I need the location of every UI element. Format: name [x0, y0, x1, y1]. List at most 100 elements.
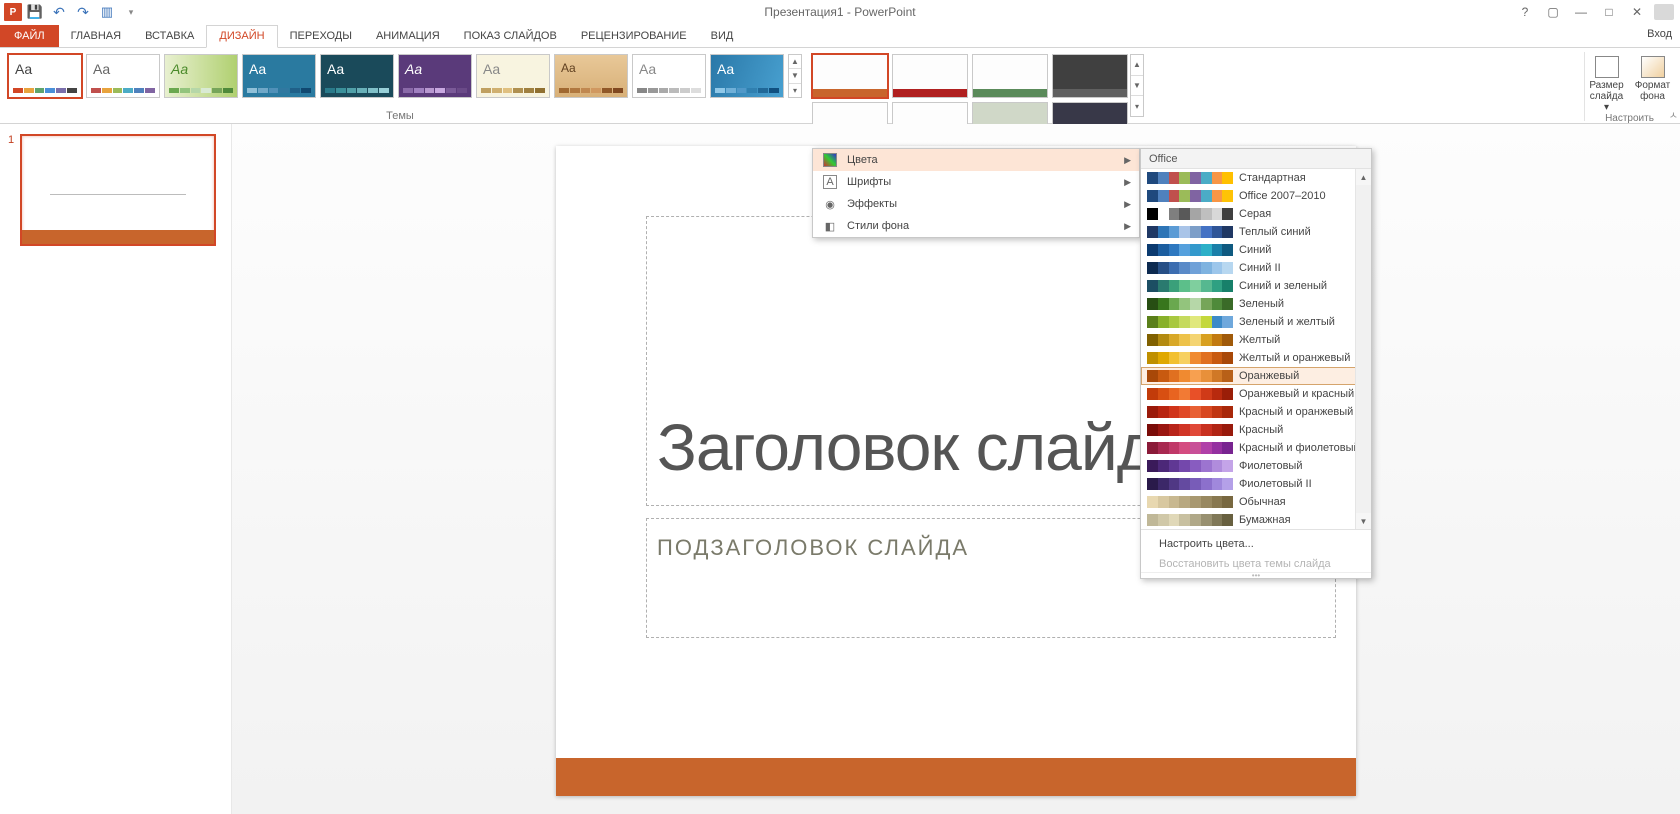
theme-thumb[interactable]: Aa — [710, 54, 784, 98]
sign-in-link[interactable]: Вход — [1647, 28, 1672, 40]
slide-thumbnail[interactable] — [20, 134, 216, 246]
chevron-right-icon: ▶ — [1124, 221, 1131, 232]
slide-size-button[interactable]: Размер слайда ▾ — [1587, 56, 1627, 113]
slide-number: 1 — [8, 134, 14, 246]
color-scheme-item[interactable]: Красный и оранжевый — [1141, 403, 1371, 421]
variant-thumb[interactable] — [812, 54, 888, 98]
tab-home[interactable]: ГЛАВНАЯ — [59, 26, 133, 47]
menu-fonts[interactable]: A Шрифты▶ — [813, 171, 1139, 193]
color-swatch — [1147, 478, 1233, 490]
scroll-down-icon[interactable]: ▼ — [1356, 513, 1371, 529]
variants-more-button[interactable]: ▲ ▼ ▾ — [1130, 54, 1144, 117]
save-icon[interactable]: 💾 — [24, 1, 46, 23]
font-icon: A — [823, 175, 837, 189]
themes-more-button[interactable]: ▲ ▼ ▾ — [788, 54, 802, 98]
color-scheme-label: Теплый синий — [1239, 226, 1311, 238]
color-scheme-item[interactable]: Красный и фиолетовый — [1141, 439, 1371, 457]
tab-slideshow[interactable]: ПОКАЗ СЛАЙДОВ — [452, 26, 569, 47]
scrollbar[interactable]: ▲ ▼ — [1355, 169, 1371, 529]
chevron-right-icon: ▶ — [1124, 155, 1131, 166]
color-scheme-item[interactable]: Желтый — [1141, 331, 1371, 349]
palette-icon — [823, 153, 837, 167]
tab-review[interactable]: РЕЦЕНЗИРОВАНИЕ — [569, 26, 699, 47]
user-avatar[interactable] — [1654, 4, 1674, 20]
tab-view[interactable]: ВИД — [699, 26, 746, 47]
undo-icon[interactable]: ↶ — [48, 1, 70, 23]
color-scheme-item[interactable]: Бумажная — [1141, 511, 1371, 529]
variant-thumb[interactable] — [972, 54, 1048, 98]
color-scheme-label: Бумажная — [1239, 514, 1291, 526]
variant-thumb[interactable] — [1052, 54, 1128, 98]
scroll-up-icon[interactable]: ▲ — [1356, 169, 1371, 185]
color-scheme-item[interactable]: Красный — [1141, 421, 1371, 439]
customize-group: Размер слайда ▾ Формат фона Настроить — [1584, 52, 1674, 121]
color-scheme-item[interactable]: Желтый и оранжевый — [1141, 349, 1371, 367]
theme-thumb[interactable]: Aa — [242, 54, 316, 98]
help-icon[interactable]: ? — [1514, 2, 1536, 22]
color-scheme-label: Зеленый — [1239, 298, 1284, 310]
color-swatch — [1147, 496, 1233, 508]
theme-thumb[interactable]: Aa — [476, 54, 550, 98]
theme-thumb[interactable]: Aa — [398, 54, 472, 98]
qat-customize-icon[interactable]: ▾ — [120, 1, 142, 23]
menu-effects[interactable]: ◉ Эффекты▶ — [813, 193, 1139, 215]
color-scheme-item[interactable]: Стандартная — [1141, 169, 1371, 187]
colors-flyout-header: Office — [1141, 149, 1371, 169]
color-swatch — [1147, 352, 1233, 364]
color-scheme-item[interactable]: Оранжевый — [1141, 367, 1371, 385]
tab-animations[interactable]: АНИМАЦИЯ — [364, 26, 452, 47]
tab-transitions[interactable]: ПЕРЕХОДЫ — [278, 26, 364, 47]
color-scheme-item[interactable]: Синий — [1141, 241, 1371, 259]
color-scheme-label: Фиолетовый — [1239, 460, 1302, 472]
theme-thumb[interactable]: Aa — [164, 54, 238, 98]
color-swatch — [1147, 172, 1233, 184]
chevron-right-icon: ▶ — [1124, 177, 1131, 188]
collapse-ribbon-icon[interactable]: ㅅ — [1669, 107, 1678, 122]
theme-thumb[interactable]: Aa — [8, 54, 82, 98]
color-scheme-label: Красный — [1239, 424, 1283, 436]
tab-design[interactable]: ДИЗАЙН — [206, 25, 277, 48]
close-icon[interactable]: ✕ — [1626, 2, 1648, 22]
color-scheme-item[interactable]: Серая — [1141, 205, 1371, 223]
color-scheme-item[interactable]: Теплый синий — [1141, 223, 1371, 241]
ribbon-display-icon[interactable]: ▢ — [1542, 2, 1564, 22]
app-icon[interactable]: P — [4, 3, 22, 21]
color-schemes-list[interactable]: Стандартная Office 2007–2010Серая Теплый с… — [1141, 169, 1371, 529]
minimize-icon[interactable]: — — [1570, 2, 1592, 22]
color-scheme-label: Стандартная — [1239, 172, 1306, 184]
color-swatch — [1147, 244, 1233, 256]
menu-colors[interactable]: Цвета▶ — [813, 149, 1139, 171]
variant-thumb[interactable] — [892, 54, 968, 98]
color-scheme-item[interactable]: Оранжевый и красный — [1141, 385, 1371, 403]
menu-background-styles[interactable]: ◧ Стили фона▶ — [813, 215, 1139, 237]
slide-thumbnails-pane[interactable]: 1 — [0, 124, 232, 814]
variants-dropdown-menu: Цвета▶ A Шрифты▶ ◉ Эффекты▶ ◧ Стили фона… — [812, 148, 1140, 238]
format-background-button[interactable]: Формат фона — [1633, 56, 1673, 113]
color-scheme-item[interactable]: Фиолетовый — [1141, 457, 1371, 475]
color-scheme-item[interactable]: Синий II — [1141, 259, 1371, 277]
color-scheme-item[interactable]: Синий и зеленый — [1141, 277, 1371, 295]
color-swatch — [1147, 208, 1233, 220]
theme-thumb[interactable]: Aa — [320, 54, 394, 98]
slide-size-icon — [1595, 56, 1619, 78]
color-scheme-item[interactable]: Фиолетовый II — [1141, 475, 1371, 493]
color-scheme-label: Оранжевый — [1239, 370, 1299, 382]
color-scheme-item[interactable]: Office 2007–2010 — [1141, 187, 1371, 205]
color-scheme-item[interactable]: Зеленый и желтый — [1141, 313, 1371, 331]
redo-icon[interactable]: ↷ — [72, 1, 94, 23]
theme-thumb[interactable]: Aa — [554, 54, 628, 98]
color-scheme-item[interactable]: Обычная — [1141, 493, 1371, 511]
color-scheme-item[interactable]: Зеленый — [1141, 295, 1371, 313]
resize-grip-icon[interactable]: ••• — [1141, 572, 1371, 578]
color-swatch — [1147, 460, 1233, 472]
tab-insert[interactable]: ВСТАВКА — [133, 26, 206, 47]
theme-thumb[interactable]: Aa — [632, 54, 706, 98]
color-scheme-label: Красный и оранжевый — [1239, 406, 1353, 418]
maximize-icon[interactable]: □ — [1598, 2, 1620, 22]
color-swatch — [1147, 280, 1233, 292]
color-scheme-label: Зеленый и желтый — [1239, 316, 1335, 328]
start-from-beginning-icon[interactable]: ▥ — [96, 1, 118, 23]
tab-file[interactable]: ФАЙЛ — [0, 25, 59, 47]
theme-thumb[interactable]: Aa — [86, 54, 160, 98]
customize-colors-link[interactable]: Настроить цвета... — [1141, 534, 1371, 554]
